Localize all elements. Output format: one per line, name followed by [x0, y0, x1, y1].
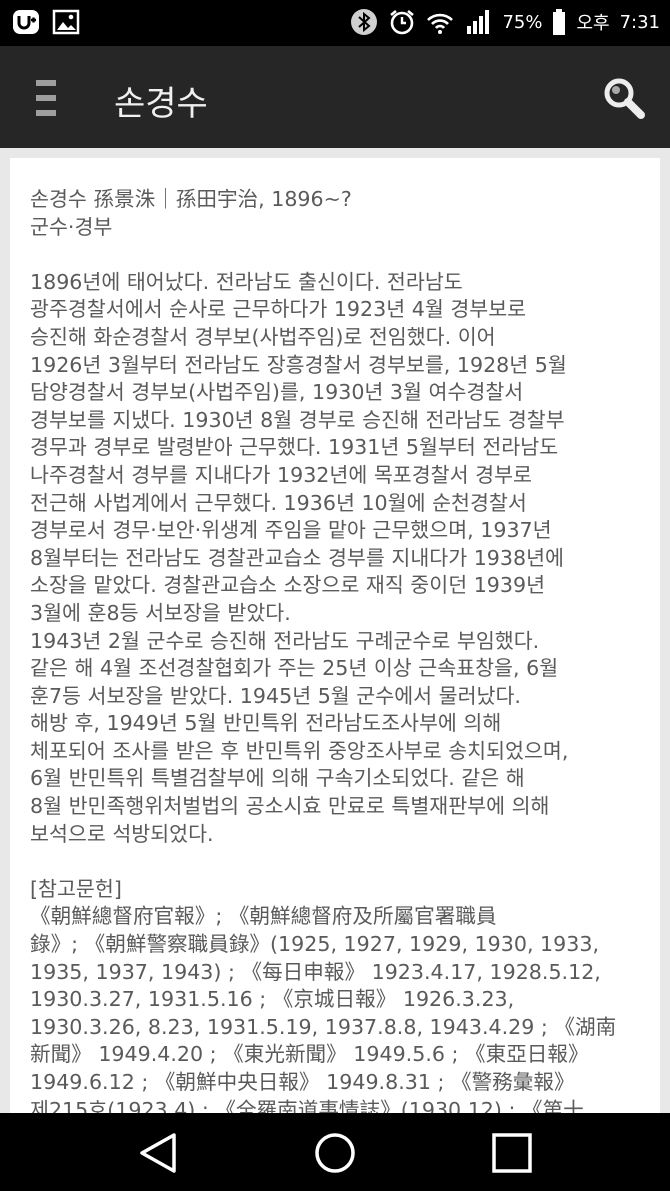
wifi-icon — [427, 13, 454, 34]
article-body-line: 승진해 화순경찰서 경부보(사법주임)로 전임했다. 이어 — [30, 324, 496, 349]
menu-icon[interactable] — [24, 76, 72, 120]
article-body-line: 경부보를 지냈다. 1930년 8월 경부로 승진해 전라남도 경찰부 — [30, 407, 565, 432]
article-body-line: 6월 반민특위 특별검찰부에 의해 구속기소되었다. 같은 해 — [30, 766, 525, 791]
reference-line: 제215호(1923.4) ; 《全羅南道事情誌》(1930.12) ; 《第十 — [30, 1097, 584, 1113]
article-body-line: 광주경찰서에서 순사로 근무하다가 1923년 4월 경부보로 — [30, 297, 527, 322]
article-body-line: 1896년에 태어났다. 전라남도 출신이다. 전라남도 — [30, 269, 463, 294]
reference-line: 1930.3.26, 8.23, 1931.5.19, 1937.8.8, 19… — [30, 1014, 617, 1039]
app-bar: 손경수 — [0, 46, 670, 148]
u-plus-icon — [13, 10, 39, 34]
article-body-line: 체포되어 조사를 받은 후 반민특위 중앙조사부로 송치되었으며, — [30, 738, 569, 763]
status-bar: 75% 오후 7:31 — [0, 0, 670, 46]
article-body-line: 1926년 3월부터 전라남도 장흥경찰서 경부보를, 1928년 5월 — [30, 352, 567, 377]
article-body-line: 경무과 경부로 발령받아 근무했다. 1931년 5월부터 전라남도 — [30, 435, 559, 460]
article-body-line: 같은 해 4월 조선경찰협회가 주는 25년 이상 근속표창을, 6월 — [30, 656, 559, 681]
alarm-icon — [390, 9, 415, 35]
article-body-line: 나주경찰서 경부를 지내다가 1932년에 목포경찰서 경부로 — [30, 462, 532, 487]
article-body-line: 보석으로 석방되었다. — [30, 821, 214, 846]
reference-line: 《朝鮮總督府官報》; 《朝鮮總督府及所屬官署職員 — [30, 904, 497, 929]
status-left — [12, 8, 80, 36]
article-body-line: 8월 반민족행위처벌법의 공소시효 만료로 특별재판부에 의해 — [30, 794, 550, 819]
references-heading: [참고문헌] — [30, 876, 122, 901]
article-body-line: 1943년 2월 군수로 승진해 전라남도 구례군수로 부임했다. — [30, 628, 540, 653]
recents-icon[interactable] — [488, 1129, 536, 1177]
signal-icon — [467, 10, 490, 34]
back-icon[interactable] — [134, 1129, 182, 1177]
article-body-line: 소장을 맡았다. 경찰관교습소 소장으로 재직 중이던 1939년 — [30, 573, 546, 598]
article-body-line: 전근해 사법계에서 근무했다. 1936년 10월에 순천경찰서 — [30, 490, 527, 515]
article-body-line: 3월에 훈8등 서보장을 받았다. — [30, 600, 291, 625]
reference-line: 1930.3.27, 1931.5.16 ; 《京城日報》 1926.3.23, — [30, 987, 515, 1012]
article-header-line2: 군수·경부 — [30, 214, 113, 239]
home-icon[interactable] — [311, 1129, 359, 1177]
status-time: 7:31 — [619, 11, 660, 33]
bluetooth-icon — [351, 9, 378, 35]
reference-line: 錄》; 《朝鮮警察職員錄》(1925, 1927, 1929, 1930, 19… — [30, 932, 600, 957]
article-body-line: 훈7등 서보장을 받았다. 1945년 5월 군수에서 물러났다. — [30, 683, 521, 708]
status-ampm: 오후 — [576, 13, 610, 34]
reference-line: 新聞》 1949.4.20 ; 《東光新聞》 1949.5.6 ; 《東亞日報》 — [30, 1042, 589, 1067]
page-title: 손경수 — [114, 84, 208, 124]
battery-icon — [553, 9, 566, 35]
battery-percent: 75% — [502, 11, 543, 33]
article-body-line: 담양경찰서 경부보(사법주임)를, 1930년 3월 여수경찰서 — [30, 380, 524, 405]
image-icon — [52, 9, 80, 35]
article-body: 손경수 孫景洙｜孫田宇治, 1896~? 군수·경부 1896년에 태어났다. 전… — [10, 158, 660, 1113]
content-area[interactable]: 손경수 孫景洙｜孫田宇治, 1896~? 군수·경부 1896년에 태어났다. 전… — [0, 148, 670, 1113]
article-body-line: 8월부터는 전라남도 경찰관교습소 경부를 지내다가 1938년에 — [30, 545, 565, 570]
reference-line: 1935, 1937, 1943) ; 《每日申報》 1923.4.17, 19… — [30, 959, 601, 984]
status-right: 75% 오후 7:31 — [350, 8, 660, 36]
navigation-bar — [0, 1113, 670, 1191]
search-icon[interactable] — [600, 74, 648, 122]
article-header-line1: 손경수 孫景洙｜孫田宇治, 1896~? — [30, 187, 352, 211]
article-body-line: 해방 후, 1949년 5월 반민특위 전라남도조사부에 의해 — [30, 711, 502, 736]
reference-line: 1949.6.12 ; 《朝鮮中央日報》 1949.8.31 ; 《警務彙報》 — [30, 1070, 575, 1094]
article-body-line: 경부로서 경무·보안·위생계 주임을 맡아 근무했으며, 1937년 — [30, 518, 552, 543]
